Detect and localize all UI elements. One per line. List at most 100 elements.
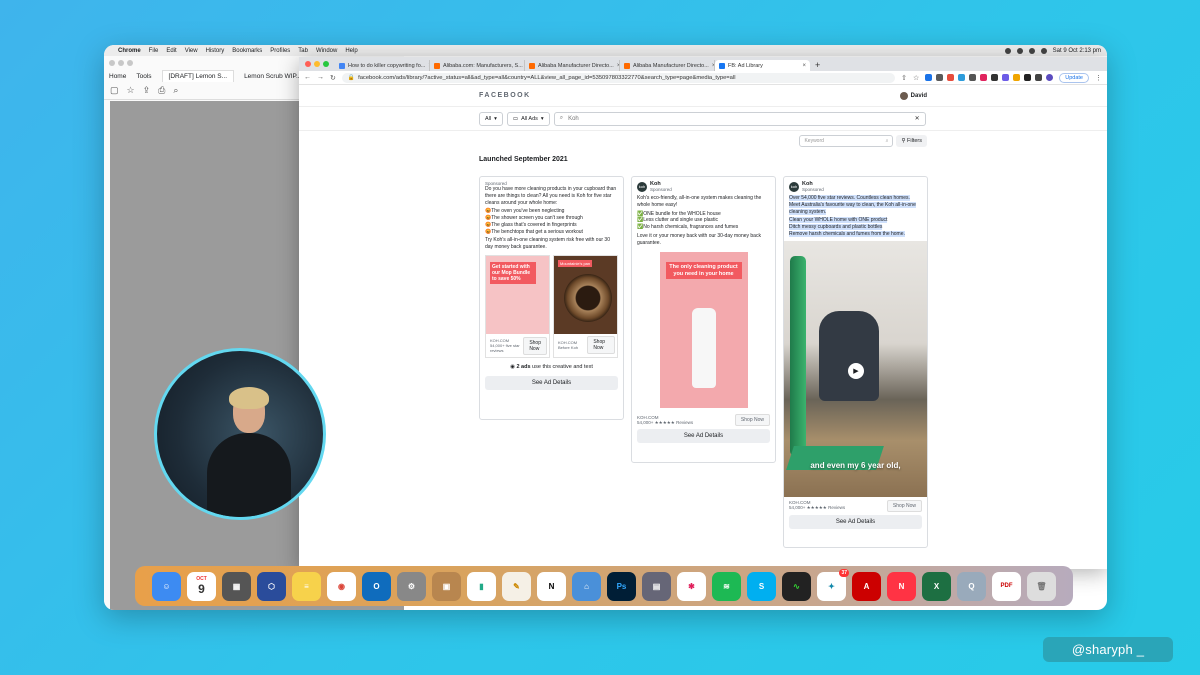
photoshop-icon[interactable]: Ps xyxy=(607,571,636,601)
tab-home[interactable]: Home xyxy=(109,73,126,80)
safari-icon[interactable]: ✦ 37 xyxy=(817,568,849,601)
tab-draft-document[interactable]: [DRAFT] Lemon S... xyxy=(161,70,235,82)
browser-tab-active[interactable]: FB: Ad Library × xyxy=(715,60,810,71)
extension-icon[interactable] xyxy=(958,74,966,81)
extension-icon[interactable] xyxy=(991,74,999,81)
pages-icon[interactable]: ✎ xyxy=(502,571,531,601)
ad-search-input[interactable]: ⌕ Koh ✕ xyxy=(553,111,926,126)
extension-icon[interactable] xyxy=(1013,74,1021,81)
extension-icon[interactable] xyxy=(980,74,988,81)
browser-tab[interactable]: Alibaba.com: Manufacturers, S...× xyxy=(430,60,525,71)
search-icon[interactable]: ⌕ xyxy=(173,85,178,96)
notes-icon[interactable]: ≡ xyxy=(292,571,321,601)
menubar-item-help[interactable]: Help xyxy=(345,48,357,54)
shop-now-button[interactable]: Shop Now xyxy=(587,335,615,354)
tab-tools[interactable]: Tools xyxy=(136,73,151,80)
minimize-window-button[interactable] xyxy=(314,61,320,67)
extension-icon[interactable] xyxy=(925,74,933,81)
spotify-icon[interactable]: ≋ xyxy=(712,571,741,601)
battery-icon[interactable] xyxy=(1040,47,1047,54)
play-icon[interactable]: ▶ xyxy=(848,362,864,379)
menubar-item-window[interactable]: Window xyxy=(316,48,337,54)
browser-tab[interactable]: Alibaba Manufacturer Directo... × xyxy=(525,60,620,71)
clear-icon[interactable]: ✕ xyxy=(915,115,920,122)
outlook-icon[interactable]: O xyxy=(362,571,391,601)
keyword-input[interactable]: Keyword ⌕ xyxy=(799,135,894,147)
bookmark-star-icon[interactable]: ☆ xyxy=(913,74,919,82)
menubar-item-edit[interactable]: Edit xyxy=(166,48,176,54)
reload-icon[interactable]: ↻ xyxy=(330,74,336,82)
browser-tab[interactable]: How to do killer copywriting fo...× xyxy=(335,60,430,71)
print-icon[interactable]: ⎙ xyxy=(158,85,165,96)
save-icon[interactable]: ▢ xyxy=(110,85,119,96)
fb-logo[interactable]: FACEBOOK xyxy=(479,92,531,99)
carousel-slide[interactable]: Mountainie's pan KOH.COM Before Koh Shop … xyxy=(553,254,618,359)
skype-icon[interactable]: S xyxy=(747,571,776,601)
close-window-button[interactable] xyxy=(305,61,311,67)
see-ad-details-button[interactable]: See Ad Details xyxy=(637,429,770,444)
back-icon[interactable]: ← xyxy=(304,74,311,81)
excel-icon[interactable]: X xyxy=(922,571,951,601)
upload-icon[interactable]: ⇪ xyxy=(143,85,151,96)
extension-icon[interactable] xyxy=(947,74,955,81)
menubar-item-tab[interactable]: Tab xyxy=(298,48,308,54)
menubar-clock[interactable]: Sat 9 Oct 2:13 pm xyxy=(1053,48,1101,54)
system-preferences-icon[interactable]: ⚙ xyxy=(397,571,426,601)
news-icon[interactable]: N xyxy=(887,571,916,601)
finder-icon[interactable]: ☺ xyxy=(152,571,181,601)
shop-now-button[interactable]: Shop Now xyxy=(734,414,770,427)
forward-icon[interactable]: → xyxy=(317,74,324,81)
advertiser-logo[interactable]: koh xyxy=(789,181,799,192)
launchpad-icon[interactable]: ▦ xyxy=(222,571,251,601)
menubar-item-bookmarks[interactable]: Bookmarks xyxy=(232,48,262,54)
url-field[interactable]: 🔒 facebook.com/ads/library/?active_statu… xyxy=(341,72,896,83)
filters-button[interactable]: ⚲ Filters xyxy=(896,135,927,147)
status-icon[interactable] xyxy=(1004,47,1011,54)
app-icon[interactable]: ▣ xyxy=(432,571,461,601)
star-icon[interactable]: ☆ xyxy=(127,85,135,96)
notion-icon[interactable]: N xyxy=(537,571,566,601)
zoom-window-button[interactable] xyxy=(323,61,329,67)
carousel-slide[interactable]: Get started with our Mop Bundle to save … xyxy=(485,254,550,359)
ad-video[interactable]: ▶ and even my 6 year old, xyxy=(784,240,927,497)
calendar-icon[interactable]: OCT 9 xyxy=(187,571,216,601)
preview-icon[interactable]: ▤ xyxy=(642,571,671,601)
extension-icon[interactable] xyxy=(1024,74,1032,81)
chrome-icon[interactable]: ◉ xyxy=(327,571,356,601)
status-icon[interactable] xyxy=(1016,47,1023,54)
ad-image[interactable]: The only cleaning product you need in yo… xyxy=(659,252,748,409)
fb-user-menu[interactable]: David xyxy=(899,91,927,100)
close-icon[interactable]: × xyxy=(802,63,806,69)
see-ad-details-button[interactable]: See Ad Details xyxy=(789,514,922,529)
extension-icon[interactable] xyxy=(969,74,977,81)
quicktime-icon[interactable]: Q xyxy=(957,571,986,601)
profile-avatar[interactable] xyxy=(1046,74,1054,81)
acrobat-icon[interactable]: A xyxy=(852,571,881,601)
kebab-menu-icon[interactable]: ⋮ xyxy=(1095,74,1102,82)
activity-monitor-icon[interactable]: ∿ xyxy=(782,571,811,601)
advertiser-logo[interactable]: koh xyxy=(637,181,647,192)
trash-icon[interactable]: 🗑 xyxy=(1027,571,1056,601)
puzzle-icon[interactable] xyxy=(1035,74,1043,81)
tab-lemon-scrub[interactable]: Lemon Scrub WIP... xyxy=(244,73,301,80)
shop-now-button[interactable]: Shop Now xyxy=(523,336,547,355)
browser-tab[interactable]: Alibaba Manufacturer Directo... × xyxy=(620,60,715,71)
new-tab-button[interactable]: + xyxy=(815,60,820,70)
keynote-icon[interactable]: ⌂ xyxy=(572,571,601,601)
wifi-icon[interactable] xyxy=(1028,47,1035,54)
country-dropdown[interactable]: All ▾ xyxy=(479,111,503,126)
numbers-icon[interactable]: ▮ xyxy=(467,571,496,601)
extension-icon[interactable] xyxy=(1002,74,1010,81)
extension-icon[interactable] xyxy=(936,74,944,81)
menubar-item-file[interactable]: File xyxy=(149,48,159,54)
menubar-item-view[interactable]: View xyxy=(185,48,198,54)
app-icon[interactable]: ⬡ xyxy=(257,571,286,601)
menubar-item-profiles[interactable]: Profiles xyxy=(270,48,290,54)
slack-icon[interactable]: ✱ xyxy=(677,571,706,601)
update-button[interactable]: Update xyxy=(1059,72,1089,83)
menubar-item-history[interactable]: History xyxy=(206,48,225,54)
share-icon[interactable]: ⇧ xyxy=(901,74,907,82)
shop-now-button[interactable]: Shop Now xyxy=(886,499,922,512)
ad-category-dropdown[interactable]: ▭ All Ads ▾ xyxy=(506,111,550,126)
see-ad-details-button[interactable]: See Ad Details xyxy=(485,376,618,391)
